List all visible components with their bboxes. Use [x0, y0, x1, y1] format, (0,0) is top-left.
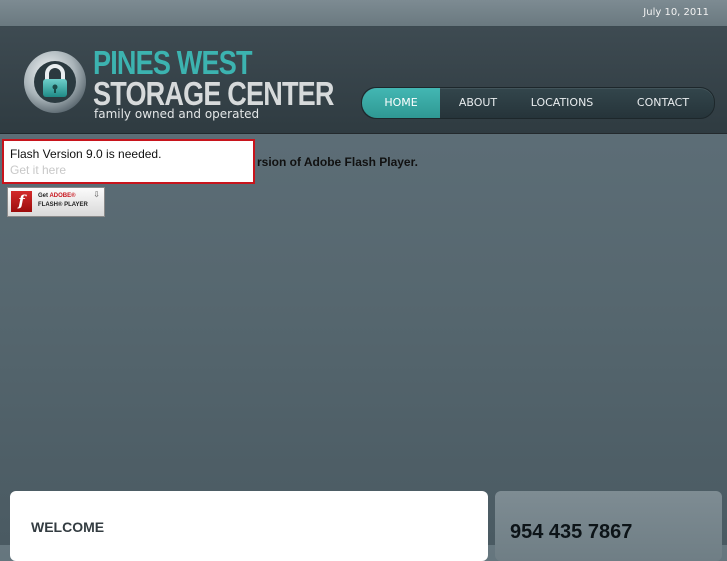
- download-arrow-icon: ⇩: [93, 190, 100, 199]
- contact-panel: 954 435 7867: [495, 491, 722, 561]
- top-bar: July 10, 2011: [0, 0, 727, 27]
- padlock-icon[interactable]: [22, 47, 88, 117]
- phone-number[interactable]: 954 435 7867: [510, 521, 632, 544]
- site-header: PINES WEST STORAGE CENTER family owned a…: [0, 27, 727, 134]
- flash-badge-player-label: FLASH® PLAYER: [38, 202, 88, 208]
- welcome-panel: WELCOME: [10, 491, 488, 561]
- main-nav: HOME ABOUT LOCATIONS CONTACT: [361, 87, 715, 119]
- flash-badge-get: Get ADOBE®: [38, 193, 76, 199]
- flash-version-notice: Flash Version 9.0 is needed. Get it here: [2, 139, 255, 184]
- flash-badge-adobe-label: ADOBE®: [49, 193, 76, 199]
- get-flash-link[interactable]: Get it here: [10, 163, 66, 177]
- flash-notice-message: Flash Version 9.0 is needed.: [10, 147, 162, 161]
- flash-badge-get-label: Get: [38, 193, 49, 199]
- nav-item-locations[interactable]: LOCATIONS: [522, 88, 602, 118]
- welcome-heading: WELCOME: [31, 519, 105, 535]
- tagline: family owned and operated: [94, 107, 260, 121]
- flash-requirement-text: rsion of Adobe Flash Player.: [257, 155, 418, 169]
- nav-item-contact[interactable]: CONTACT: [624, 88, 702, 118]
- nav-item-home[interactable]: HOME: [362, 88, 440, 118]
- get-flash-player-button[interactable]: f Get ADOBE® FLASH® PLAYER ⇩: [7, 187, 105, 217]
- nav-item-about[interactable]: ABOUT: [446, 88, 510, 118]
- adobe-flash-icon: f: [11, 191, 32, 212]
- current-date: July 10, 2011: [643, 7, 709, 18]
